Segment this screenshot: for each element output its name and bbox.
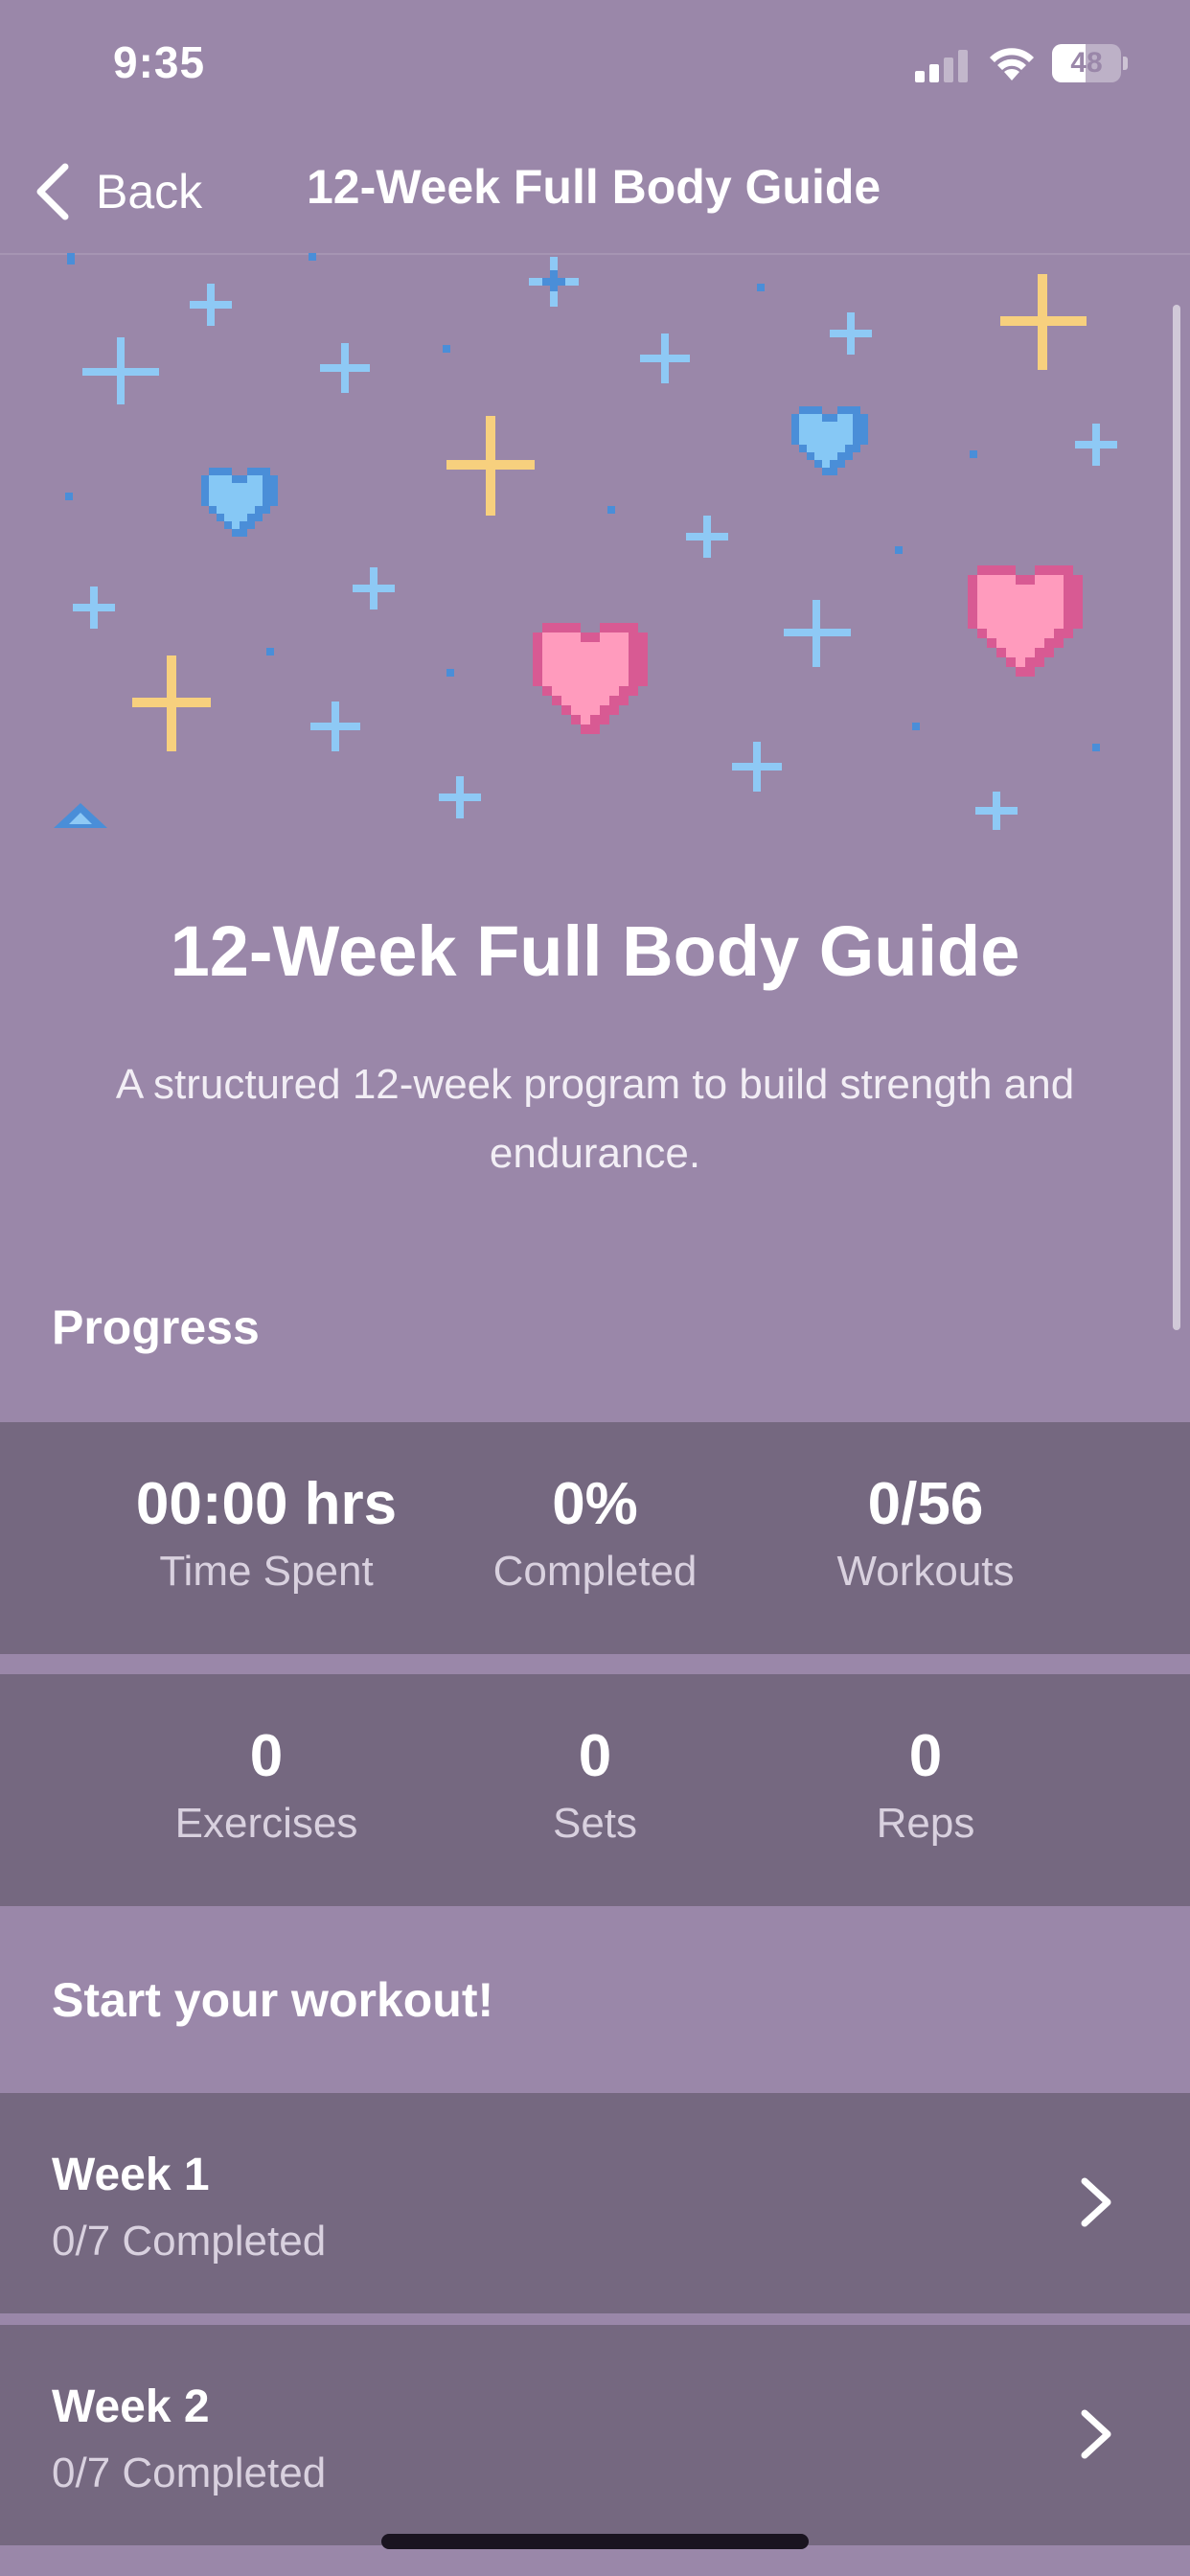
back-button[interactable]: Back xyxy=(33,155,202,228)
stat-label: Sets xyxy=(552,1800,638,1847)
battery-level: 48 xyxy=(1070,47,1103,79)
back-label: Back xyxy=(96,165,203,218)
wifi-icon xyxy=(990,48,1034,80)
chevron-right-icon xyxy=(1081,2409,1111,2459)
stat-time-spent: 00:00 hrs Time Spent xyxy=(94,1422,439,1596)
status-time: 9:35 xyxy=(113,37,206,87)
progress-heading: Progress xyxy=(52,1300,260,1354)
stat-value: 0% xyxy=(552,1471,638,1537)
guide-title: 12-Week Full Body Guide xyxy=(170,911,1020,991)
stat-label: Exercises xyxy=(174,1800,358,1847)
stat-workouts: 0/56 Workouts xyxy=(753,1422,1098,1596)
nav-title: 12-Week Full Body Guide xyxy=(307,160,881,214)
signal-icon xyxy=(915,50,968,82)
stat-sets: 0 Sets xyxy=(423,1674,767,1848)
stats-panel-secondary: 0 Exercises 0 Sets 0 Reps xyxy=(0,1674,1190,1906)
stat-value: 0/56 xyxy=(867,1471,984,1537)
week-row-1[interactable]: Week 1 0/7 Completed xyxy=(0,2093,1190,2313)
stat-label: Workouts xyxy=(836,1548,1015,1595)
status-bar: 9:35 48 xyxy=(0,0,1190,134)
stats-panel-primary: 00:00 hrs Time Spent 0% Completed 0/56 W… xyxy=(0,1422,1190,1654)
workout-heading: Start your workout! xyxy=(52,1973,494,2027)
week-status: 0/7 Completed xyxy=(52,2218,327,2265)
stat-reps: 0 Reps xyxy=(753,1674,1098,1848)
stat-value: 0 xyxy=(908,1723,943,1789)
home-indicator[interactable] xyxy=(381,2534,809,2549)
week-title: Week 1 xyxy=(52,2150,210,2200)
back-chevron-icon xyxy=(36,163,69,220)
stat-label: Reps xyxy=(876,1800,975,1847)
week-title: Week 2 xyxy=(52,2381,210,2432)
guide-description: A structured 12-week program to build st… xyxy=(115,1061,1075,1177)
stat-completed: 0% Completed xyxy=(423,1422,767,1596)
battery-icon: 48 xyxy=(1052,44,1128,82)
stat-value: 0 xyxy=(249,1723,284,1789)
stat-label: Time Spent xyxy=(159,1548,374,1595)
stat-value: 00:00 hrs xyxy=(135,1471,398,1537)
nav-bar: Back 12-Week Full Body Guide xyxy=(0,134,1190,255)
hero-art xyxy=(54,253,1117,830)
stat-exercises: 0 Exercises xyxy=(94,1674,439,1848)
stat-value: 0 xyxy=(578,1723,612,1789)
week-row-2[interactable]: Week 2 0/7 Completed xyxy=(0,2325,1190,2545)
hero-illustration xyxy=(0,253,1190,847)
chevron-right-icon xyxy=(1081,2177,1111,2227)
week-status: 0/7 Completed xyxy=(52,2450,327,2496)
stat-label: Completed xyxy=(492,1548,698,1595)
